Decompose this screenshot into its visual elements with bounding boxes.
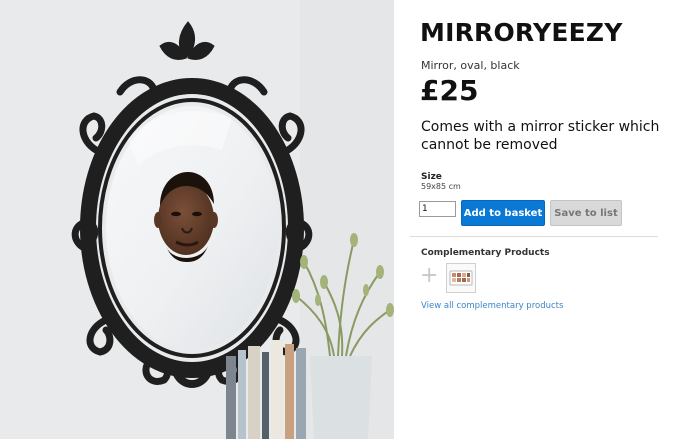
vase [310, 356, 372, 439]
plus-icon[interactable]: + [420, 265, 438, 287]
product-description: Comes with a mirror sticker which cannot… [421, 119, 660, 153]
add-to-basket-button[interactable]: Add to basket [461, 200, 545, 226]
makeup-palette-icon [449, 270, 473, 286]
books [226, 340, 306, 439]
complementary-product-thumbnail[interactable] [446, 263, 476, 293]
size-label: Size [421, 172, 442, 182]
quantity-input[interactable] [419, 201, 456, 217]
save-to-list-button[interactable]: Save to list [550, 200, 622, 226]
view-all-complementary-link[interactable]: View all complementary products [421, 301, 563, 311]
mirror-scene-illustration [0, 0, 394, 439]
product-photo [0, 0, 394, 439]
divider [410, 236, 658, 237]
product-price: £25 [420, 74, 479, 107]
complementary-products-title: Complementary Products [421, 248, 550, 258]
product-info-panel: MIRRORYEEZY Mirror, oval, black £25 Come… [394, 0, 700, 439]
product-title: MIRRORYEEZY [420, 18, 623, 47]
product-subtitle: Mirror, oval, black [421, 59, 520, 72]
size-value: 59x85 cm [421, 182, 461, 191]
